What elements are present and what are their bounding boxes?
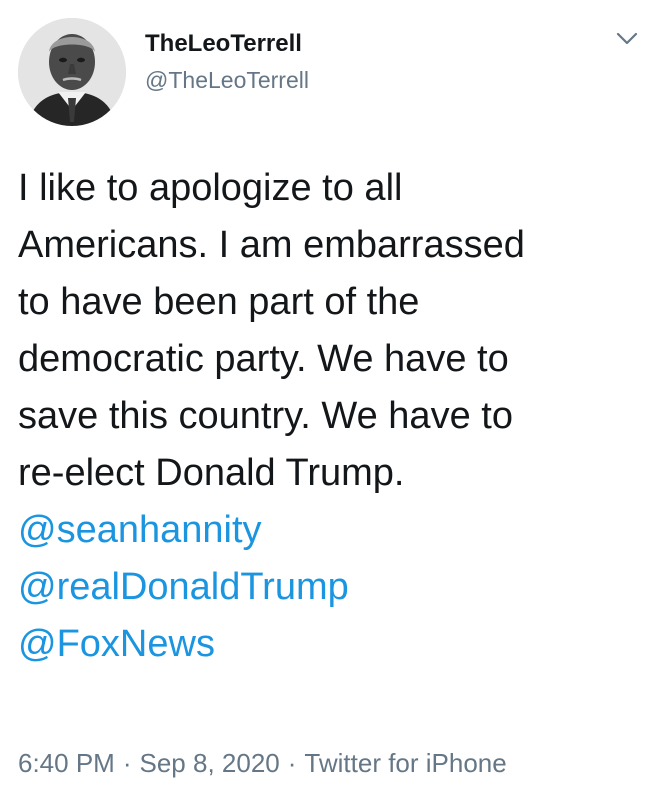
- meta-separator: ·: [122, 748, 132, 778]
- mention-link-seanhannity[interactable]: @seanhannity: [18, 502, 648, 559]
- tweet-text-line: save this country. We have to: [18, 395, 513, 437]
- mention-link-foxnews[interactable]: @FoxNews: [18, 616, 648, 673]
- author-names: TheLeoTerrell @TheLeoTerrell: [145, 28, 309, 96]
- tweet-text-line: democratic party. We have to: [18, 338, 509, 380]
- tweet-time[interactable]: 6:40 PM: [18, 748, 115, 778]
- tweet-card: TheLeoTerrell @TheLeoTerrell I like to a…: [0, 0, 661, 805]
- author-display-name[interactable]: TheLeoTerrell: [145, 28, 309, 60]
- tweet-text-line: Americans. I am embarrassed: [18, 224, 525, 266]
- chevron-down-icon: [616, 32, 638, 45]
- meta-separator: ·: [287, 748, 297, 778]
- tweet-menu-button[interactable]: [613, 24, 641, 52]
- tweet-date[interactable]: Sep 8, 2020: [140, 748, 280, 778]
- tweet-source[interactable]: Twitter for iPhone: [304, 748, 506, 778]
- tweet-header: TheLeoTerrell @TheLeoTerrell: [18, 18, 643, 128]
- tweet-text-line: re-elect Donald Trump.: [18, 452, 405, 494]
- author-handle[interactable]: @TheLeoTerrell: [145, 64, 309, 96]
- tweet-text-line: to have been part of the: [18, 281, 420, 323]
- person-avatar-icon: [18, 18, 126, 126]
- tweet-meta: 6:40 PM · Sep 8, 2020 · Twitter for iPhone: [18, 744, 507, 782]
- tweet-text-line: I like to apologize to all: [18, 167, 403, 209]
- author-avatar[interactable]: [18, 18, 126, 126]
- tweet-text: I like to apologize to all Americans. I …: [18, 160, 648, 673]
- mention-link-realdonaldtrump[interactable]: @realDonaldTrump: [18, 559, 648, 616]
